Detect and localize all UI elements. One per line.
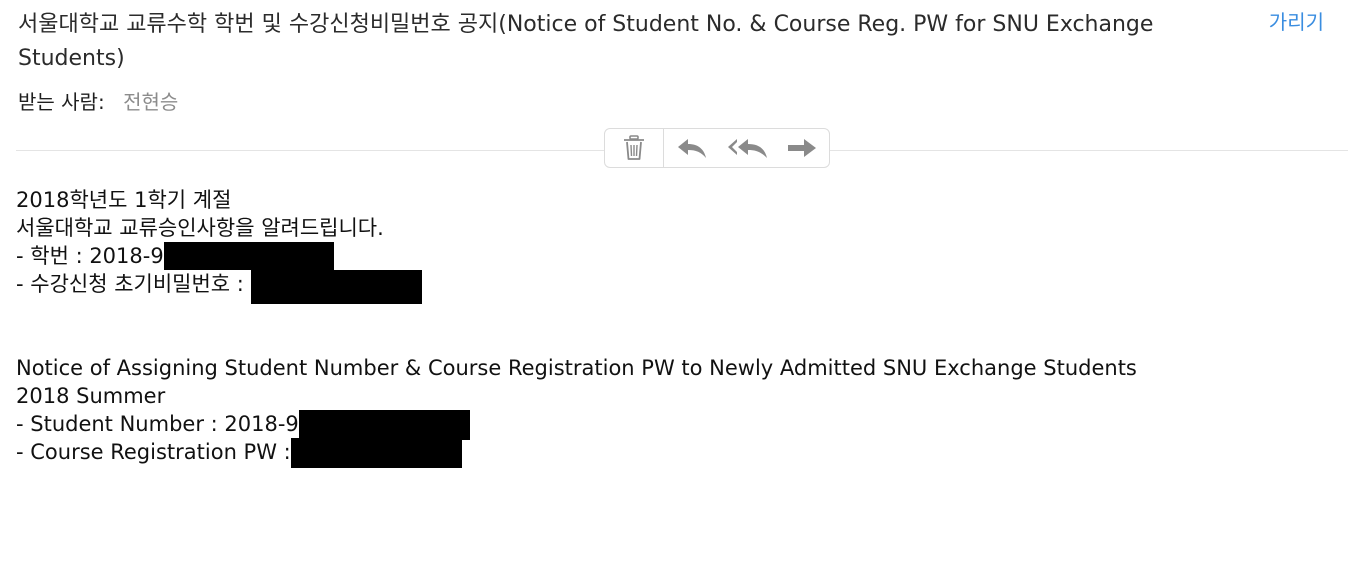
forward-button[interactable] — [776, 129, 828, 167]
en-title: Notice of Assigning Student Number & Cou… — [16, 356, 1137, 380]
kr-intro: 서울대학교 교류승인사항을 알려드립니다. — [16, 216, 384, 240]
kr-password-label: - 수강신청 초기비밀번호 : — [16, 272, 244, 296]
reply-icon — [676, 136, 708, 160]
en-student-number-line: - Student Number : 2018-9 — [16, 410, 1137, 440]
redaction-block — [250, 270, 422, 304]
redaction-block — [298, 410, 470, 440]
delete-button[interactable] — [605, 129, 664, 167]
en-student-number-label: - Student Number : 2018-9 — [16, 412, 299, 436]
recipient-name[interactable]: 전현승 — [123, 90, 178, 114]
redaction-block — [290, 438, 462, 468]
hide-details-link[interactable]: 가리기 — [1269, 6, 1324, 35]
en-term: 2018 Summer — [16, 384, 166, 408]
message-action-toolbar — [604, 128, 830, 168]
kr-student-number-label: - 학번 : 2018-9 — [16, 244, 164, 268]
kr-title: 2018학년도 1학기 계절 — [16, 188, 232, 212]
recipients-row: 받는 사람: 전현승 — [18, 86, 178, 118]
reply-all-button[interactable] — [720, 129, 776, 167]
mail-viewer: 서울대학교 교류수학 학번 및 수강신청비밀번호 공지(Notice of St… — [0, 0, 1348, 578]
en-password-line: - Course Registration PW : — [16, 438, 1137, 468]
kr-student-number-line: - 학번 : 2018-9 — [16, 242, 1137, 270]
redaction-block — [163, 242, 334, 270]
reply-button[interactable] — [664, 129, 720, 167]
trash-icon — [623, 135, 645, 161]
reply-all-icon — [727, 136, 769, 160]
to-label: 받는 사람: — [18, 90, 105, 114]
message-body: 2018학년도 1학기 계절 서울대학교 교류승인사항을 알려드립니다. - 학… — [16, 186, 1137, 468]
message-subject: 서울대학교 교류수학 학번 및 수강신청비밀번호 공지(Notice of St… — [18, 12, 1154, 71]
kr-password-line: - 수강신청 초기비밀번호 : — [16, 270, 1137, 304]
forward-icon — [786, 136, 818, 160]
en-password-label: - Course Registration PW : — [16, 440, 291, 464]
